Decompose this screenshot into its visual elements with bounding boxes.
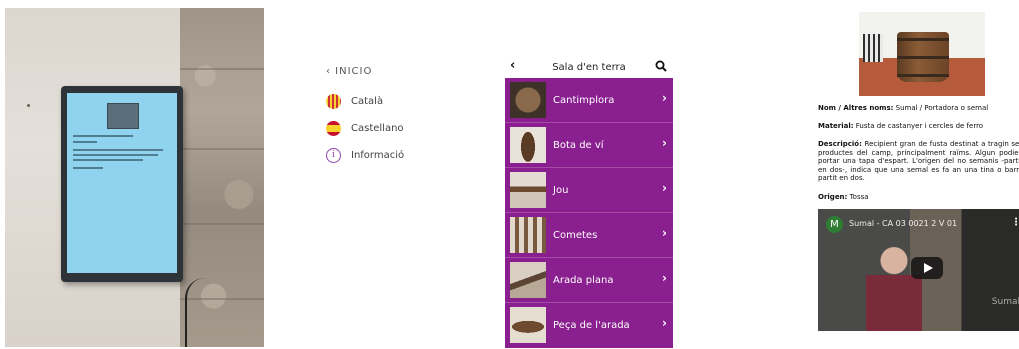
object-detail-screen: Nom / Altres noms: Sumal / Portadora o s… — [815, 0, 1019, 349]
wall-mark — [27, 104, 30, 107]
channel-avatar[interactable]: M — [826, 216, 843, 233]
item-label: Jou — [553, 184, 569, 196]
list-item[interactable]: Jou › — [505, 168, 673, 213]
chevron-right-icon: › — [662, 271, 667, 285]
item-thumbnail — [510, 217, 546, 253]
app-header: ‹ Sala d'en terra — [505, 56, 673, 78]
search-icon[interactable] — [655, 60, 667, 72]
field-name: Nom / Altres noms: Sumal / Portadora o s… — [818, 104, 989, 112]
language-menu: ‹ INICIO Català Castellano i Informació — [322, 66, 452, 164]
list-item[interactable]: Bota de ví › — [505, 123, 673, 168]
item-thumbnail — [510, 82, 546, 118]
menu-item-informacio[interactable]: i Informació — [322, 147, 452, 164]
field-origin: Origen: Tossa — [818, 193, 869, 201]
item-thumbnail — [510, 262, 546, 298]
video-title[interactable]: Sumal - CA 03 0021 2 V 01 — [849, 219, 957, 228]
item-thumbnail — [510, 172, 546, 208]
menu-item-label: Informació — [351, 150, 405, 161]
list-item[interactable]: Cometes › — [505, 213, 673, 258]
object-list: Cantimplora › Bota de ví › Jou › Cometes… — [505, 78, 673, 348]
play-button[interactable] — [911, 257, 943, 279]
item-label: Peça de l'arada — [553, 319, 630, 331]
spanish-flag-icon — [326, 121, 341, 136]
object-list-screen: ‹ Sala d'en terra Cantimplora › Bota de … — [505, 56, 673, 348]
back-link-inicio[interactable]: ‹ INICIO — [326, 66, 452, 77]
menu-item-label: Català — [351, 96, 384, 107]
catalan-flag-icon — [326, 94, 341, 109]
chevron-right-icon: › — [662, 91, 667, 105]
kiosk-screen — [67, 93, 177, 273]
video-watermark: Sumal — [991, 297, 1019, 307]
field-description: Descripció: Recipient gran de fusta dest… — [818, 140, 1019, 183]
item-thumbnail — [510, 127, 546, 163]
list-item[interactable]: Arada plana › — [505, 258, 673, 303]
video-thumbnail-person — [866, 243, 922, 331]
menu-item-label: Castellano — [351, 123, 404, 134]
list-item[interactable]: Cantimplora › — [505, 78, 673, 123]
object-photo — [859, 12, 985, 96]
more-options-icon[interactable]: ⋮ — [1011, 217, 1019, 228]
item-label: Cometes — [553, 229, 598, 241]
menu-item-castellano[interactable]: Castellano — [322, 120, 452, 137]
chevron-right-icon: › — [662, 226, 667, 240]
video-player[interactable]: M Sumal - CA 03 0021 2 V 01 ⋮ Sumal — [818, 209, 1019, 331]
kiosk-display — [61, 86, 183, 282]
kiosk-photo — [5, 8, 264, 347]
list-item[interactable]: Peça de l'arada › — [505, 303, 673, 347]
chevron-right-icon: › — [662, 181, 667, 195]
chevron-right-icon: › — [662, 136, 667, 150]
field-material: Material: Fusta de castanyer i cercles d… — [818, 122, 984, 130]
item-label: Cantimplora — [553, 94, 615, 106]
back-button[interactable]: ‹ — [510, 58, 515, 73]
power-cable — [185, 278, 217, 347]
item-thumbnail — [510, 307, 546, 343]
chevron-right-icon: › — [662, 316, 667, 330]
item-label: Arada plana — [553, 274, 614, 286]
page-title: Sala d'en terra — [552, 61, 626, 73]
menu-item-catala[interactable]: Català — [322, 93, 452, 110]
item-label: Bota de ví — [553, 139, 604, 151]
info-icon: i — [326, 148, 341, 163]
